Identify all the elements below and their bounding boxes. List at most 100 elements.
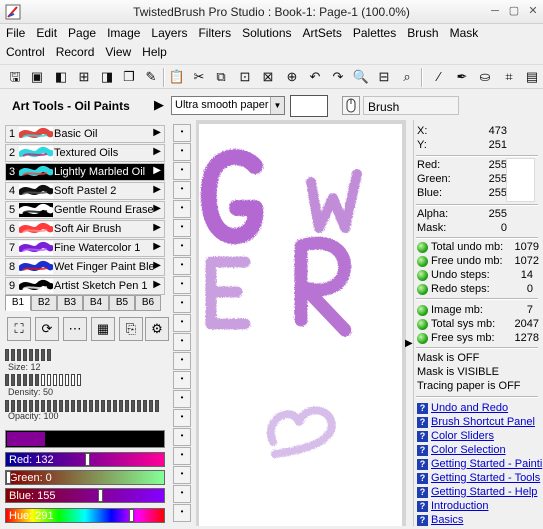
help-link-item[interactable]: ? Color Sliders <box>417 430 543 444</box>
preset-slot[interactable]: • <box>173 238 191 256</box>
size-slider[interactable] <box>5 349 165 361</box>
help-link[interactable]: Getting Started - Tools <box>431 472 540 484</box>
menu-help[interactable]: Help <box>136 42 172 59</box>
preset-slot[interactable]: • <box>173 333 191 351</box>
bank-tab-b3[interactable]: B3 <box>57 295 83 311</box>
page-prev-icon[interactable]: ◧ <box>52 68 70 86</box>
close-button[interactable]: ✕ <box>526 5 540 18</box>
preset-slot[interactable]: • <box>173 390 191 408</box>
menu-solutions[interactable]: Solutions <box>236 23 296 40</box>
bank-tab-b6[interactable]: B6 <box>135 295 161 311</box>
brush-item[interactable]: 1 Basic Oil ▶ <box>5 125 165 143</box>
help-link-item[interactable]: ? Color Selection <box>417 444 543 458</box>
help-link[interactable]: Introduction <box>431 500 488 512</box>
menu-image[interactable]: Image <box>101 23 145 40</box>
eyedropper-icon[interactable]: ✒ <box>453 68 471 86</box>
help-link[interactable]: Undo and Redo <box>431 402 508 414</box>
hue-slider[interactable]: Hue: 291 <box>5 508 165 523</box>
menu-page[interactable]: Page <box>62 23 101 40</box>
green-slider[interactable]: Green: 0 <box>5 470 165 485</box>
brush-settings-icon[interactable]: ⚙ <box>145 317 169 341</box>
preset-slot[interactable]: • <box>173 200 191 218</box>
brush-item[interactable]: 2 Textured Oils ▶ <box>5 144 165 162</box>
bank-tab-b5[interactable]: B5 <box>109 295 135 311</box>
zoom-out-icon[interactable]: ⌕ <box>398 68 416 86</box>
page-copy-icon[interactable]: ❐ <box>120 68 138 86</box>
preset-slot[interactable]: • <box>173 162 191 180</box>
help-link[interactable]: Color Sliders <box>431 430 494 442</box>
refresh-icon[interactable]: ⟳ <box>35 317 59 341</box>
brush-menu-arrow-icon[interactable]: ▶ <box>153 146 161 157</box>
help-link[interactable]: Getting Started - Help <box>431 486 537 498</box>
help-link[interactable]: Getting Started - Painti <box>431 458 542 470</box>
brush-menu-arrow-icon[interactable]: ▶ <box>153 203 161 214</box>
pattern-icon[interactable]: ▦ <box>91 317 115 341</box>
preset-slot[interactable]: • <box>173 181 191 199</box>
page-add-icon[interactable]: ⊞ <box>75 68 93 86</box>
color-swatch-bar[interactable] <box>5 430 165 448</box>
menu-record[interactable]: Record <box>50 42 100 59</box>
help-link[interactable]: Color Selection <box>431 444 506 456</box>
chevron-down-icon[interactable]: ▼ <box>270 97 284 114</box>
brush-item[interactable]: 8 Wet Finger Paint Blen ▶ <box>5 258 165 276</box>
preset-slot[interactable]: • <box>173 428 191 446</box>
fill-icon[interactable]: ⊕ <box>283 68 301 86</box>
hue-slider-handle[interactable] <box>129 509 134 522</box>
help-link-item[interactable]: ? Getting Started - Painti <box>417 458 543 472</box>
green-slider-handle[interactable] <box>6 471 11 484</box>
help-link-item[interactable]: ? Getting Started - Tools <box>417 472 543 486</box>
brush-item[interactable]: 9 Artist Sketch Pen 1 ▶ <box>5 277 165 295</box>
zoom-icon[interactable]: 🔍 <box>352 68 370 86</box>
mouse-icon[interactable] <box>342 96 360 115</box>
minimize-button[interactable]: ─ <box>488 5 502 18</box>
red-slider[interactable]: Red: 132 <box>5 452 165 467</box>
copy-icon[interactable]: ⧉ <box>212 68 230 86</box>
blue-slider-handle[interactable] <box>98 489 103 502</box>
redo-icon[interactable]: ↷ <box>329 68 347 86</box>
fit-icon[interactable]: ⊟ <box>375 68 393 86</box>
brush-menu-arrow-icon[interactable]: ▶ <box>153 260 161 271</box>
bank-tab-b4[interactable]: B4 <box>83 295 109 311</box>
menu-palettes[interactable]: Palettes <box>347 23 401 40</box>
red-slider-handle[interactable] <box>85 453 90 466</box>
brush-item[interactable]: 7 Fine Watercolor 1 ▶ <box>5 239 165 257</box>
preset-slot[interactable]: • <box>173 371 191 389</box>
preset-slot[interactable]: • <box>173 314 191 332</box>
drawing-canvas[interactable] <box>199 124 402 526</box>
preset-slot[interactable]: • <box>173 143 191 161</box>
menu-control[interactable]: Control <box>0 42 50 59</box>
brush-menu-arrow-icon[interactable]: ▶ <box>153 279 161 290</box>
paper-dropdown[interactable]: Ultra smooth paper ▼ <box>171 96 285 115</box>
stamp-icon[interactable]: ⊡ <box>236 68 254 86</box>
help-link[interactable]: Basics <box>431 514 463 526</box>
bank-tab-b2[interactable]: B2 <box>31 295 57 311</box>
brush-menu-arrow-icon[interactable]: ▶ <box>153 241 161 252</box>
menu-layers[interactable]: Layers <box>145 23 192 40</box>
page-next-icon[interactable]: ◨ <box>98 68 116 86</box>
menu-edit[interactable]: Edit <box>30 23 62 40</box>
help-link[interactable]: Brush Shortcut Panel <box>431 416 535 428</box>
preset-slot[interactable]: • <box>173 466 191 484</box>
preset-slot[interactable]: • <box>173 124 191 142</box>
stamp-paste-icon[interactable]: ⊠ <box>259 68 277 86</box>
save-all-icon[interactable]: ▣ <box>28 68 46 86</box>
cut-icon[interactable]: ✂ <box>190 68 208 86</box>
bucket-icon[interactable]: ⛀ <box>476 68 494 86</box>
brush-menu-arrow-icon[interactable]: ▶ <box>153 127 161 138</box>
menu-artsets[interactable]: ArtSets <box>297 23 347 40</box>
help-link-item[interactable]: ? Brush Shortcut Panel <box>417 416 543 430</box>
preset-slot[interactable]: • <box>173 257 191 275</box>
help-link-item[interactable]: ? Introduction <box>417 500 543 514</box>
menu-view[interactable]: View <box>99 42 136 59</box>
brush-item[interactable]: 3 Lightly Marbled Oil ▶ <box>5 163 165 181</box>
density-slider[interactable] <box>5 374 165 386</box>
preset-slot[interactable]: • <box>173 409 191 427</box>
help-link-item[interactable]: ? Getting Started - Help <box>417 486 543 500</box>
brush-item[interactable]: 6 Soft Air Brush ▶ <box>5 220 165 238</box>
bank-tab-b1[interactable]: B1 <box>5 295 31 311</box>
brush-item[interactable]: 5 Gentle Round Eraser ▶ <box>5 201 165 219</box>
brush-menu-arrow-icon[interactable]: ▶ <box>153 165 161 176</box>
brush-menu-arrow-icon[interactable]: ▶ <box>153 184 161 195</box>
preset-slot[interactable]: • <box>173 352 191 370</box>
preset-slot[interactable]: • <box>173 485 191 503</box>
